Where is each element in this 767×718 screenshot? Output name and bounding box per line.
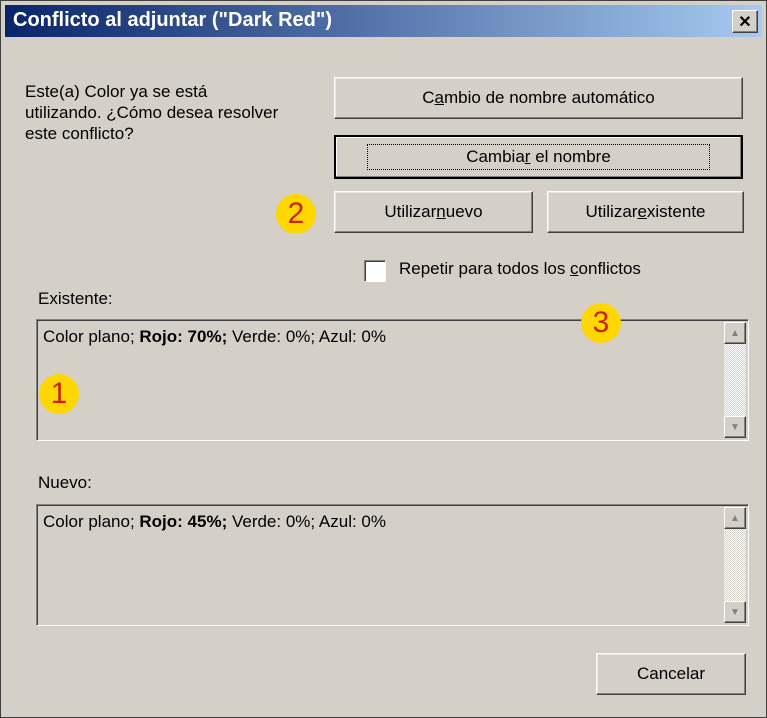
new-value: Color plano; Rojo: 45%; Verde: 0%; Azul:… bbox=[43, 512, 386, 531]
scroll-down-arrow-icon[interactable]: ▼ bbox=[724, 601, 746, 623]
scroll-up-arrow-icon[interactable]: ▲ bbox=[724, 507, 746, 529]
new-scrollbar[interactable]: ▲ ▼ bbox=[724, 507, 746, 623]
new-textbox[interactable]: Color plano; Rojo: 45%; Verde: 0%; Azul:… bbox=[36, 504, 749, 626]
annotation-badge-1: 1 bbox=[39, 374, 79, 414]
conflict-message: Este(a) Color ya se está utilizando. ¿Có… bbox=[25, 82, 279, 143]
existing-textbox[interactable]: Color plano; Rojo: 70%; Verde: 0%; Azul:… bbox=[36, 319, 749, 441]
existing-label: Existente: bbox=[38, 289, 113, 308]
annotation-badge-3: 3 bbox=[581, 303, 621, 343]
existing-value: Color plano; Rojo: 70%; Verde: 0%; Azul:… bbox=[43, 327, 386, 346]
close-icon: ✕ bbox=[738, 13, 752, 31]
auto-rename-button[interactable]: Ca mbio de nombre automático bbox=[334, 77, 743, 119]
close-button[interactable]: ✕ bbox=[732, 10, 758, 33]
window-title: Conflicto al adjuntar ("Dark Red") bbox=[13, 9, 332, 31]
repeat-checkbox[interactable] bbox=[364, 260, 386, 282]
cancel-button[interactable]: Cancelar bbox=[596, 653, 746, 695]
use-new-button[interactable]: Utilizar n uevo bbox=[334, 191, 533, 233]
existing-scrollbar[interactable]: ▲ ▼ bbox=[724, 322, 746, 438]
repeat-checkbox-label[interactable]: Repetir para todos los conflictos bbox=[399, 259, 641, 279]
use-existing-button[interactable]: Utilizar e xistente bbox=[547, 191, 744, 233]
scroll-up-arrow-icon[interactable]: ▲ bbox=[724, 322, 746, 344]
new-label: Nuevo: bbox=[38, 473, 92, 492]
scroll-down-arrow-icon[interactable]: ▼ bbox=[724, 416, 746, 438]
title-bar: Conflicto al adjuntar ("Dark Red") ✕ bbox=[5, 5, 762, 37]
conflict-dialog: Conflicto al adjuntar ("Dark Red") ✕ Est… bbox=[0, 0, 767, 718]
annotation-badge-2: 2 bbox=[276, 194, 316, 234]
rename-button[interactable]: Cambiar el nombre bbox=[334, 135, 743, 179]
